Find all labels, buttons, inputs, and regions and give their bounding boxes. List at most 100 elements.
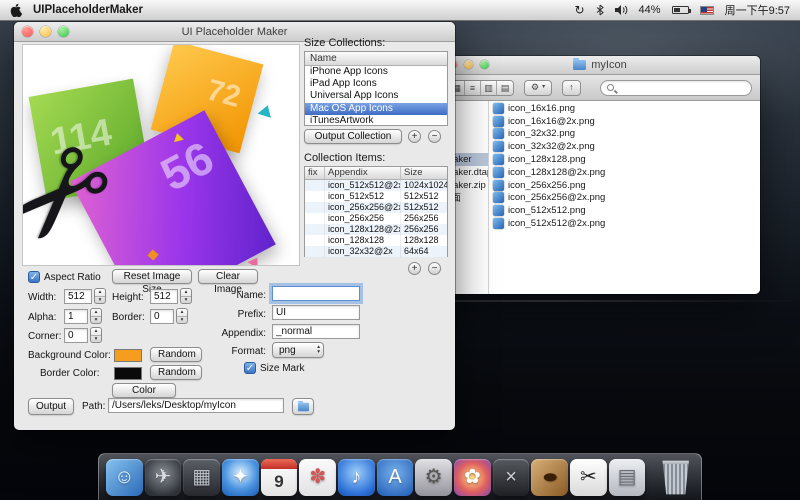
dock-item[interactable]: ♪ [338,459,375,496]
collection-item-row[interactable]: icon_256x256@2x 512x512 [305,202,447,213]
file-row[interactable]: icon_32x32@2x.png [489,140,760,153]
view-mode-segmented-control[interactable]: ▦ ≡ ▥ ▤ [448,80,514,96]
file-row[interactable]: icon_128x128@2x.png [489,166,760,179]
stepper-up-icon[interactable]: ▴ [95,289,105,297]
minimize-button[interactable] [464,60,473,69]
alpha-input[interactable] [64,309,88,324]
stepper-down-icon[interactable]: ▾ [91,317,101,324]
dock-item[interactable] [657,459,694,496]
minimize-button[interactable] [40,26,51,37]
stepper-up-icon[interactable]: ▴ [181,289,191,297]
choose-folder-button[interactable] [292,398,314,415]
name-input[interactable] [272,286,360,301]
collection-item-row[interactable]: icon_128x128 128x128 [305,235,447,246]
finder-search-field[interactable] [600,80,752,96]
file-row[interactable]: icon_16x16@2x.png [489,115,760,128]
corner-stepper[interactable]: ▴▾ [90,327,102,343]
zoom-button[interactable] [58,26,69,37]
aspect-ratio-checkbox[interactable]: ✓ [28,271,40,283]
file-row[interactable]: icon_128x128.png [489,153,760,166]
size-collection-row[interactable]: iPad App Icons [305,78,447,90]
zoom-button[interactable] [480,60,489,69]
output-collection-button[interactable]: Output Collection [304,129,402,144]
appendix-input[interactable] [272,324,360,339]
stepper-up-icon[interactable]: ▴ [91,309,101,317]
collection-item-row[interactable]: icon_32x32@2x 64x64 [305,246,447,257]
dock-item[interactable]: ✂ [570,459,607,496]
color-panel-button[interactable]: Color Panel [112,383,176,398]
dock-item[interactable]: ✈ [145,459,182,496]
volume-icon[interactable] [615,5,628,15]
output-button[interactable]: Output [28,398,74,415]
coverflow-view-icon[interactable]: ▤ [497,81,513,95]
stepper-down-icon[interactable]: ▾ [181,297,191,304]
border-color-swatch[interactable] [114,367,142,380]
corner-input[interactable] [64,328,88,343]
dock-item[interactable]: ✽ [299,459,336,496]
close-button[interactable] [22,26,33,37]
border-random-button[interactable]: Random [150,365,202,380]
height-stepper[interactable]: ▴▾ [180,288,192,304]
apple-menu-icon[interactable] [10,3,23,17]
size-collections-list[interactable]: Name iPhone App Icons iPad App Icons Uni… [304,51,448,126]
dock-item[interactable]: × [493,459,530,496]
clear-image-button[interactable]: Clear Image [198,269,258,284]
background-random-button[interactable]: Random [150,347,202,362]
collection-item-row[interactable]: icon_256x256 256x256 [305,213,447,224]
stepper-up-icon[interactable]: ▴ [91,328,101,336]
file-row[interactable]: icon_16x16.png [489,102,760,115]
border-input[interactable] [150,309,174,324]
dock-item[interactable]: ● [531,459,568,496]
size-collection-row[interactable]: iPhone App Icons [305,66,447,78]
dock-item[interactable]: A [377,459,414,496]
menubar-clock[interactable]: 周一下午9:57 [725,2,790,18]
remove-item-button[interactable]: − [428,262,441,275]
alpha-stepper[interactable]: ▴▾ [90,308,102,324]
time-machine-icon[interactable]: ↻ [574,3,584,17]
stepper-up-icon[interactable]: ▴ [177,309,187,317]
dock-item[interactable]: ⚙ [415,459,452,496]
file-row[interactable]: icon_256x256@2x.png [489,192,760,205]
dock-item[interactable]: ☺ [106,459,143,496]
size-collection-row[interactable]: iTunesArtwork [305,115,447,127]
prefix-input[interactable] [272,305,360,320]
dock-item[interactable]: ✦ [222,459,259,496]
file-row[interactable]: icon_512x512@2x.png [489,217,760,230]
size-collection-row[interactable]: Universal App Icons [305,90,447,102]
name-column-header[interactable]: Name [305,52,447,66]
battery-icon[interactable] [672,6,689,14]
remove-collection-button[interactable]: − [428,130,441,143]
file-row[interactable]: icon_256x256.png [489,179,760,192]
dock-item[interactable]: ▤ [609,459,646,496]
appendix-column-header[interactable]: Appendix [325,167,401,179]
path-input[interactable] [108,398,284,413]
app-window[interactable]: UI Placeholder Maker 114 72 56 ✂ Size Co… [14,22,455,430]
stepper-down-icon[interactable]: ▾ [177,317,187,324]
file-row[interactable]: icon_512x512.png [489,204,760,217]
dock-item[interactable]: ▦ [183,459,220,496]
size-collection-row[interactable]: Mac OS App Icons [305,103,447,115]
add-collection-button[interactable]: + [408,130,421,143]
arrange-button[interactable]: ⚙▾ [524,80,552,96]
image-preview-canvas[interactable]: 114 72 56 ✂ [22,44,300,266]
menubar-app-name[interactable]: UIPlaceholderMaker [33,4,143,16]
prefix-column-header[interactable]: fix [305,167,325,179]
column-view-icon[interactable]: ▥ [481,81,497,95]
add-item-button[interactable]: + [408,262,421,275]
collection-item-row[interactable]: icon_512x512 512x512 [305,191,447,202]
input-source-flag-icon[interactable] [700,6,714,15]
width-stepper[interactable]: ▴▾ [94,288,106,304]
finder-titlebar[interactable]: myIcon [440,56,760,75]
size-mark-checkbox[interactable]: ✓ [244,362,256,374]
collection-items-table[interactable]: fix Appendix Size icon_512x512@2x 1024x1… [304,166,448,257]
share-button[interactable]: ↑ [562,80,581,96]
file-row[interactable]: icon_32x32.png [489,128,760,141]
format-popup[interactable]: png ▴▾ [272,342,324,358]
width-input[interactable] [64,289,92,304]
app-titlebar[interactable]: UI Placeholder Maker [14,22,455,42]
reset-image-size-button[interactable]: Reset Image Size [112,269,192,284]
background-color-swatch[interactable] [114,349,142,362]
list-view-icon[interactable]: ≡ [465,81,481,95]
stepper-down-icon[interactable]: ▾ [95,297,105,304]
collection-item-row[interactable]: icon_128x128@2x 256x256 [305,224,447,235]
